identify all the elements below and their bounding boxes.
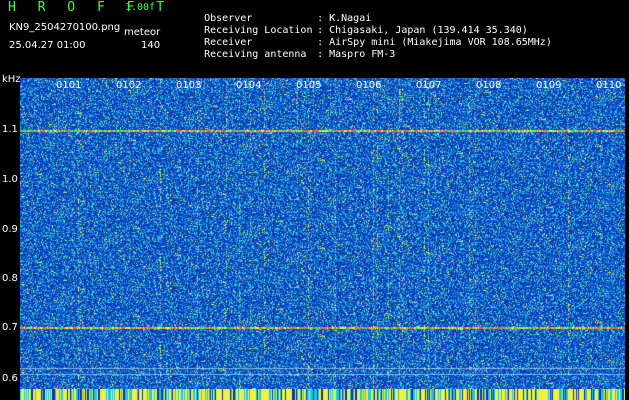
hrofft-screen: H R O F F T 1.00f KN9_2504270100.png met…: [0, 0, 629, 400]
signal-strength-strip: [20, 389, 625, 400]
waterfall-canvas: [20, 78, 625, 389]
y-tick-label: 1.0: [2, 174, 18, 185]
x-tick-label: 0106: [356, 80, 382, 91]
file-name: KN9_2504270100.png: [9, 22, 121, 33]
spectrogram-waterfall: [20, 78, 625, 389]
y-axis-unit: kHz: [2, 74, 21, 85]
x-tick-label: 0102: [116, 80, 142, 91]
y-tick-label: 0.7: [2, 322, 18, 333]
y-tick-label: 1.1: [2, 124, 18, 135]
date-time: 25.04.27 01:00: [9, 40, 86, 51]
x-tick-label: 0104: [236, 80, 262, 91]
y-tick-label: 0.6: [2, 373, 18, 384]
y-tick-label: 0.8: [2, 273, 18, 284]
x-tick-label: 0109: [536, 80, 562, 91]
separator: :: [317, 49, 324, 60]
x-tick-label: 0103: [176, 80, 202, 91]
x-tick-label: 0108: [476, 80, 502, 91]
x-tick-label: 0105: [296, 80, 322, 91]
antenna-value: Maspro FM-3: [329, 49, 396, 60]
user-name: meteor: [124, 27, 161, 38]
antenna-row: Receiving antenna: Maspro FM-3: [180, 38, 395, 71]
antenna-label: Receiving antenna: [204, 49, 307, 60]
x-tick-label: 0101: [56, 80, 82, 91]
meteor-count: 140: [141, 40, 161, 51]
y-tick-label: 0.9: [2, 224, 18, 235]
version-label: 1.00f: [125, 2, 156, 13]
x-tick-label: 0110: [596, 80, 622, 91]
x-tick-label: 0107: [416, 80, 442, 91]
